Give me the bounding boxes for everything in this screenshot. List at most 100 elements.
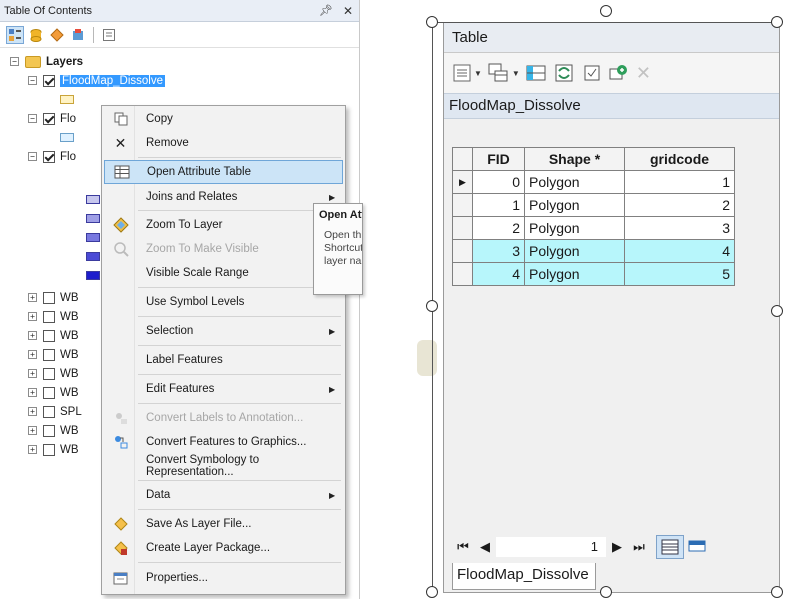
- switch-selection-button[interactable]: [554, 61, 576, 85]
- cell-gridcode[interactable]: 2: [624, 193, 735, 217]
- cell-fid[interactable]: 2: [472, 216, 525, 240]
- collapse-icon[interactable]: −: [10, 57, 19, 66]
- expand-icon[interactable]: +: [28, 350, 37, 359]
- related-tables-button[interactable]: ▼: [488, 61, 520, 85]
- layer-visibility-checkbox[interactable]: [43, 424, 55, 437]
- clear-selection-button[interactable]: [582, 61, 602, 85]
- layer-label[interactable]: SPL: [60, 406, 82, 418]
- layers-group-row[interactable]: − Layers: [10, 52, 83, 71]
- first-record-icon[interactable]: ⏮︎: [452, 539, 474, 555]
- layer-visibility-checkbox[interactable]: [43, 291, 55, 304]
- menu-item-convert-features-to-graphics[interactable]: Convert Features to Graphics...: [104, 430, 343, 454]
- cell-shape[interactable]: Polygon: [524, 170, 625, 194]
- delete-selected-button[interactable]: ✕: [636, 61, 651, 85]
- row-selector[interactable]: [452, 216, 473, 240]
- table-row-selected[interactable]: 4 Polygon 5: [452, 262, 735, 286]
- layer-label[interactable]: WB: [60, 387, 79, 399]
- layer-row-flo[interactable]: − Flo: [28, 147, 76, 166]
- collapse-icon[interactable]: −: [28, 76, 37, 85]
- menu-item-remove[interactable]: ✕ Remove: [104, 131, 343, 155]
- resize-handle-left-middle[interactable]: [426, 300, 438, 312]
- table-tab-floodmap-dissolve[interactable]: FloodMap_Dissolve: [452, 563, 596, 590]
- layer-visibility-checkbox[interactable]: [43, 405, 55, 418]
- resize-handle-bottom-middle[interactable]: [600, 586, 612, 598]
- layer-row-wb[interactable]: + WB: [28, 345, 79, 364]
- layer-visibility-checkbox[interactable]: [43, 74, 55, 87]
- layer-row-wb[interactable]: + WB: [28, 288, 79, 307]
- close-icon[interactable]: ✕: [343, 4, 353, 18]
- menu-item-visible-scale-range[interactable]: Visible Scale Range: [104, 261, 343, 285]
- column-header-gridcode[interactable]: gridcode: [624, 147, 735, 171]
- show-selected-records-button[interactable]: [684, 535, 710, 559]
- layer-label[interactable]: WB: [60, 311, 79, 323]
- menu-item-edit-features[interactable]: Edit Features ▶: [104, 377, 343, 401]
- layer-visibility-checkbox[interactable]: [43, 367, 55, 380]
- layer-label[interactable]: Flo: [60, 113, 76, 125]
- row-selector[interactable]: [452, 193, 473, 217]
- column-header-fid[interactable]: FID: [472, 147, 525, 171]
- cell-shape[interactable]: Polygon: [524, 239, 625, 263]
- resize-handle-top-middle[interactable]: [600, 5, 612, 17]
- table-row-selected[interactable]: 3 Polygon 4: [452, 239, 735, 263]
- cell-gridcode[interactable]: 3: [624, 216, 735, 240]
- show-all-records-button[interactable]: [656, 535, 684, 559]
- menu-item-joins-and-relates[interactable]: Joins and Relates ▶: [104, 185, 343, 209]
- list-by-selection-icon[interactable]: [69, 26, 87, 44]
- collapse-icon[interactable]: −: [28, 152, 37, 161]
- resize-handle-bottom-left[interactable]: [426, 586, 438, 598]
- cell-shape[interactable]: Polygon: [524, 262, 625, 286]
- next-record-icon[interactable]: ▶: [606, 539, 628, 555]
- cell-fid[interactable]: 0: [472, 170, 525, 194]
- cell-gridcode[interactable]: 5: [624, 262, 735, 286]
- layer-visibility-checkbox[interactable]: [43, 348, 55, 361]
- layer-label[interactable]: Flo: [60, 151, 76, 163]
- menu-item-use-symbol-levels[interactable]: Use Symbol Levels: [104, 290, 343, 314]
- table-options-button[interactable]: ▼: [452, 61, 482, 85]
- expand-icon[interactable]: +: [28, 407, 37, 416]
- current-row-marker-icon[interactable]: ▶: [452, 170, 473, 194]
- expand-icon[interactable]: +: [28, 445, 37, 454]
- layer-label[interactable]: FloodMap_Dissolve: [60, 74, 165, 87]
- table-row[interactable]: 1 Polygon 2: [452, 193, 735, 217]
- row-selector[interactable]: [452, 239, 473, 263]
- cell-shape[interactable]: Polygon: [524, 216, 625, 240]
- menu-item-selection[interactable]: Selection ▶: [104, 319, 343, 343]
- list-by-source-icon[interactable]: [27, 26, 45, 44]
- layer-row-wb[interactable]: + WB: [28, 307, 79, 326]
- menu-item-save-as-layer-file[interactable]: Save As Layer File...: [104, 512, 343, 536]
- layer-label[interactable]: WB: [60, 349, 79, 361]
- list-by-visibility-icon[interactable]: [48, 26, 66, 44]
- row-selector[interactable]: [452, 262, 473, 286]
- resize-handle-top-left[interactable]: [426, 16, 438, 28]
- cell-fid[interactable]: 4: [472, 262, 525, 286]
- menu-item-convert-symbology-to-representation[interactable]: Convert Symbology to Representation...: [104, 454, 343, 478]
- layer-row-wb[interactable]: + WB: [28, 383, 79, 402]
- menu-item-convert-labels-to-annotation[interactable]: Convert Labels to Annotation...: [104, 406, 343, 430]
- layer-row-floodmap-dissolve[interactable]: − FloodMap_Dissolve: [28, 71, 165, 90]
- expand-icon[interactable]: +: [28, 331, 37, 340]
- current-record-field[interactable]: 1: [496, 537, 606, 557]
- resize-handle-bottom-right[interactable]: [771, 586, 783, 598]
- cell-fid[interactable]: 3: [472, 239, 525, 263]
- cell-fid[interactable]: 1: [472, 193, 525, 217]
- layer-label[interactable]: WB: [60, 425, 79, 437]
- layer-visibility-checkbox[interactable]: [43, 443, 55, 456]
- cell-gridcode[interactable]: 1: [624, 170, 735, 194]
- layer-row-wb[interactable]: + WB: [28, 364, 79, 383]
- layer-visibility-checkbox[interactable]: [43, 386, 55, 399]
- expand-icon[interactable]: +: [28, 388, 37, 397]
- layer-visibility-checkbox[interactable]: [43, 310, 55, 323]
- menu-item-label-features[interactable]: Label Features: [104, 348, 343, 372]
- layer-row-flo[interactable]: − Flo: [28, 109, 76, 128]
- layer-visibility-checkbox[interactable]: [43, 329, 55, 342]
- layer-visibility-checkbox[interactable]: [43, 150, 55, 163]
- menu-item-open-attribute-table[interactable]: Open Attribute Table: [104, 160, 343, 184]
- layer-label[interactable]: WB: [60, 330, 79, 342]
- resize-handle-right-middle[interactable]: [771, 305, 783, 317]
- layer-label[interactable]: WB: [60, 444, 79, 456]
- resize-handle-top-right[interactable]: [771, 16, 783, 28]
- layer-visibility-checkbox[interactable]: [43, 112, 55, 125]
- expand-icon[interactable]: +: [28, 369, 37, 378]
- column-header-shape[interactable]: Shape *: [524, 147, 625, 171]
- layer-row-wb[interactable]: + WB: [28, 326, 79, 345]
